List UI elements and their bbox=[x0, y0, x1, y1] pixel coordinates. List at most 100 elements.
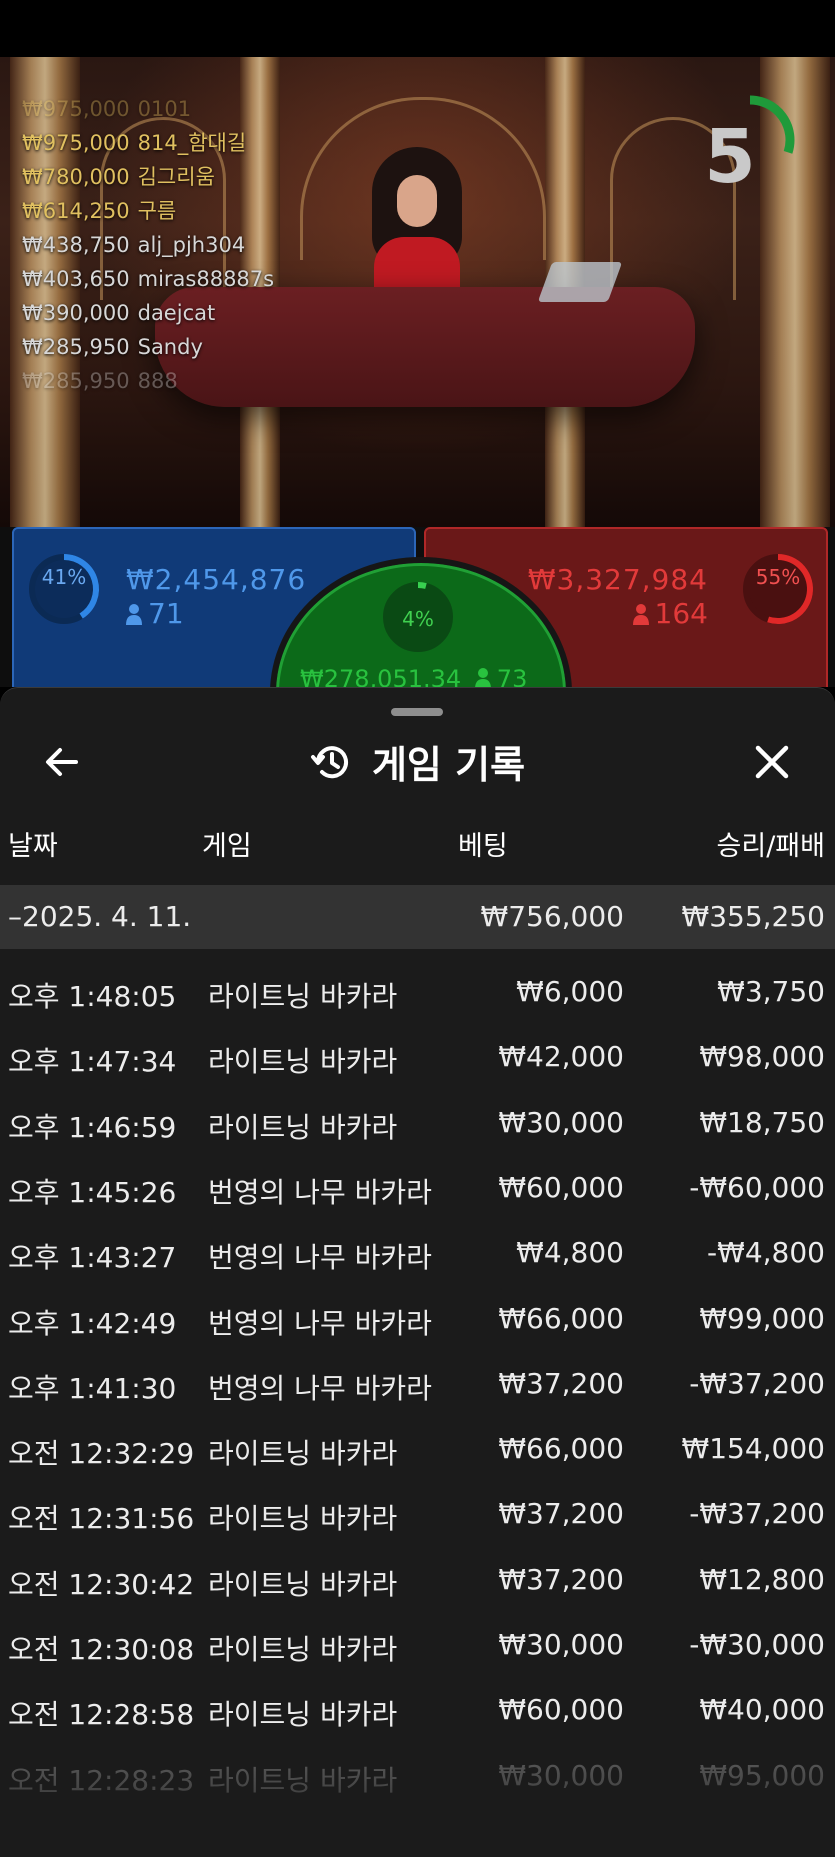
row-result: ₩154,000 bbox=[681, 1432, 825, 1466]
leaderboard-username: 0101 bbox=[137, 97, 192, 121]
row-time: 오전 12:30:42 bbox=[8, 1567, 195, 1601]
sheet-drag-handle[interactable] bbox=[391, 708, 443, 716]
column-header-date[interactable]: 날짜 bbox=[8, 824, 58, 863]
history-row[interactable]: 오전 12:32:29 라이트닝 바카라 ₩66,000 ₩154,000 bbox=[0, 1416, 835, 1481]
banker-count: 164 bbox=[632, 597, 708, 630]
row-bet: ₩60,000 bbox=[498, 1170, 624, 1204]
row-game: 번영의 나무 바카라 bbox=[208, 1241, 432, 1275]
leaderboard-entry: ₩780,000 김그리움 bbox=[22, 160, 274, 194]
tie-count-value: 73 bbox=[496, 665, 528, 687]
row-result: -₩4,800 bbox=[707, 1236, 825, 1270]
leaderboard-username: miras88887s bbox=[137, 267, 275, 291]
bottom-fade bbox=[0, 1737, 835, 1857]
row-bet: ₩37,200 bbox=[498, 1366, 624, 1400]
row-game: 라이트닝 바카라 bbox=[208, 980, 398, 1013]
row-bet: ₩6,000 bbox=[516, 975, 624, 1008]
row-time: 오후 1:42:49 bbox=[8, 1306, 177, 1340]
summary-bet: ₩756,000 bbox=[480, 900, 624, 933]
row-game: 번영의 나무 바카라 bbox=[208, 1175, 432, 1209]
history-row[interactable]: 오전 12:31:56 라이트닝 바카라 ₩37,200 -₩37,200 bbox=[0, 1481, 835, 1546]
summary-result: ₩355,250 bbox=[681, 900, 825, 933]
history-row[interactable]: 오후 1:47:34 라이트닝 바카라 ₩42,000 ₩98,000 bbox=[0, 1024, 835, 1089]
row-result: ₩98,000 bbox=[699, 1040, 825, 1074]
banker-count-value: 164 bbox=[654, 597, 708, 630]
column-header-bet[interactable]: 베팅 bbox=[458, 824, 508, 863]
row-result: ₩18,750 bbox=[699, 1105, 825, 1139]
history-row[interactable]: 오후 1:41:30 번영의 나무 바카라 ₩37,200 -₩37,200 bbox=[0, 1351, 835, 1416]
row-game: 라이트닝 바카라 bbox=[208, 1698, 398, 1732]
summary-date: –2025. 4. 11. bbox=[8, 900, 192, 933]
row-game: 라이트닝 바카라 bbox=[208, 1110, 398, 1144]
leaderboard-entry: ₩285,950 888 bbox=[22, 364, 274, 398]
player-count: 71 bbox=[126, 597, 184, 630]
player-percent: 41% bbox=[41, 565, 87, 589]
sheet-header: 게임 기록 bbox=[0, 734, 835, 790]
history-row[interactable]: 오전 12:30:08 라이트닝 바카라 ₩30,000 -₩30,000 bbox=[0, 1612, 835, 1677]
history-row[interactable]: 오전 12:30:42 라이트닝 바카라 ₩37,200 ₩12,800 bbox=[0, 1547, 835, 1612]
row-game: 라이트닝 바카라 bbox=[208, 1437, 398, 1471]
row-time: 오전 12:30:08 bbox=[8, 1633, 195, 1666]
row-game: 라이트닝 바카라 bbox=[208, 1633, 398, 1666]
leaderboard-amount: ₩403,650 bbox=[22, 267, 130, 291]
tie-bet-amount-value: ₩278,051.34 bbox=[300, 665, 462, 687]
row-bet: ₩66,000 bbox=[498, 1301, 624, 1335]
row-game: 라이트닝 바카라 bbox=[208, 1045, 398, 1079]
leaderboard-amount: ₩390,000 bbox=[22, 301, 130, 325]
row-time: 오후 1:46:59 bbox=[8, 1110, 177, 1144]
row-result: -₩30,000 bbox=[689, 1628, 825, 1661]
history-icon bbox=[310, 745, 348, 778]
sheet-title: 게임 기록 bbox=[371, 743, 526, 787]
row-bet: ₩42,000 bbox=[498, 1040, 624, 1074]
row-game: 번영의 나무 바카라 bbox=[208, 1306, 432, 1340]
leaderboard-entry: ₩403,650 miras88887s bbox=[22, 262, 274, 296]
row-bet: ₩37,200 bbox=[498, 1497, 624, 1531]
card-shoe bbox=[537, 262, 623, 302]
close-icon[interactable] bbox=[750, 740, 794, 784]
user-icon bbox=[126, 604, 142, 625]
column-header-result[interactable]: 승리/패배 bbox=[717, 824, 825, 863]
leaderboard-username: 구름 bbox=[137, 199, 177, 223]
leaderboard-entry: ₩975,000 814_함대길 bbox=[22, 126, 274, 160]
leaderboard-username: 김그리움 bbox=[137, 165, 215, 189]
history-row[interactable]: 오후 1:46:59 라이트닝 바카라 ₩30,000 ₩18,750 bbox=[0, 1090, 835, 1155]
row-result: ₩12,800 bbox=[699, 1562, 825, 1596]
tie-percent: 4% bbox=[402, 607, 434, 631]
history-row[interactable]: 오후 1:48:05 라이트닝 바카라 ₩6,000 ₩3,750 bbox=[0, 959, 835, 1024]
history-row[interactable]: 오후 1:45:26 번영의 나무 바카라 ₩60,000 -₩60,000 bbox=[0, 1155, 835, 1220]
leaderboard-entry: ₩975,000 0101 bbox=[22, 92, 274, 126]
row-time: 오전 12:28:58 bbox=[8, 1698, 195, 1732]
row-time: 오후 1:43:27 bbox=[8, 1241, 177, 1275]
player-count-value: 71 bbox=[148, 597, 184, 630]
leaderboard-amount: ₩975,000 bbox=[22, 97, 130, 121]
tie-bet-amount: ₩278,051.34 73 bbox=[300, 665, 527, 687]
history-row[interactable]: 오전 12:28:58 라이트닝 바카라 ₩60,000 ₩40,000 bbox=[0, 1677, 835, 1742]
date-summary-row[interactable]: –2025. 4. 11. ₩756,000 ₩355,250 bbox=[0, 885, 835, 949]
leaderboard-amount: ₩285,950 bbox=[22, 369, 130, 393]
row-time: 오전 12:32:29 bbox=[8, 1437, 195, 1471]
row-time: 오후 1:47:34 bbox=[8, 1045, 177, 1079]
leaderboard-username: alj_pjh304 bbox=[137, 233, 246, 257]
leaderboard-entry: ₩285,950 Sandy bbox=[22, 330, 274, 364]
row-time: 오후 1:45:26 bbox=[8, 1175, 177, 1209]
banker-percent: 55% bbox=[755, 565, 801, 589]
row-time: 오후 1:41:30 bbox=[8, 1371, 177, 1405]
banker-bet-amount: ₩3,327,984 bbox=[527, 563, 708, 596]
row-game: 라이트닝 바카라 bbox=[208, 1567, 398, 1601]
column-header-game[interactable]: 게임 bbox=[202, 824, 252, 863]
user-icon bbox=[632, 604, 649, 625]
row-result: -₩37,200 bbox=[689, 1497, 825, 1531]
row-game: 번영의 나무 바카라 bbox=[208, 1371, 432, 1405]
leaderboard-username: Sandy bbox=[137, 335, 203, 359]
winners-leaderboard: ₩975,000 0101 ₩975,000 814_함대길 ₩780,000 김그리움 ₩… bbox=[22, 92, 274, 398]
row-result: ₩40,000 bbox=[699, 1693, 825, 1727]
row-game: 라이트닝 바카라 bbox=[208, 1502, 398, 1536]
history-row[interactable]: 오후 1:42:49 번영의 나무 바카라 ₩66,000 ₩99,000 bbox=[0, 1286, 835, 1351]
player-bet-amount: ₩2,454,876 bbox=[126, 563, 307, 596]
leaderboard-entry: ₩614,250 구름 bbox=[22, 194, 274, 228]
row-bet: ₩30,000 bbox=[498, 1105, 624, 1139]
row-result: -₩37,200 bbox=[689, 1366, 825, 1400]
top-status-bar bbox=[0, 0, 835, 57]
row-bet: ₩4,800 bbox=[516, 1236, 624, 1270]
player-percent-ring bbox=[29, 554, 99, 624]
history-row[interactable]: 오후 1:43:27 번영의 나무 바카라 ₩4,800 -₩4,800 bbox=[0, 1220, 835, 1285]
